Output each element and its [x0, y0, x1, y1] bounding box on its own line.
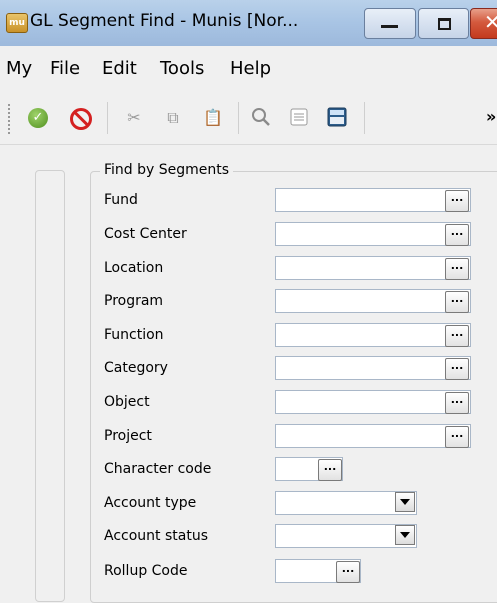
list-icon [290, 108, 308, 126]
more-icon[interactable]: » [486, 107, 496, 126]
project-input[interactable] [275, 424, 471, 448]
paste-icon: 📋 [203, 108, 223, 127]
group-title: Find by Segments [100, 162, 234, 178]
search-button[interactable] [249, 106, 273, 130]
program-lookup-button[interactable]: ... [445, 291, 469, 313]
cost-center-label: Cost Center [104, 226, 187, 242]
category-label: Category [104, 360, 168, 376]
account-status-dropdown-icon[interactable] [395, 525, 415, 545]
cost-center-input[interactable] [275, 222, 471, 246]
object-label: Object [104, 394, 150, 410]
menu-file[interactable]: File [50, 58, 80, 79]
toolbar-separator [364, 102, 365, 134]
location-lookup-button[interactable]: ... [445, 258, 469, 280]
fund-input[interactable] [275, 188, 471, 212]
menu-help[interactable]: Help [230, 58, 271, 79]
category-lookup-button[interactable]: ... [445, 358, 469, 380]
calculator-icon [327, 107, 347, 127]
program-input[interactable] [275, 289, 471, 313]
paste-button[interactable]: 📋 [201, 106, 225, 130]
location-label: Location [104, 260, 164, 276]
location-input[interactable] [275, 256, 471, 280]
cut-icon: ✂ [127, 108, 141, 127]
account-status-label: Account status [104, 528, 208, 544]
maximize-icon [438, 18, 451, 30]
program-label: Program [104, 293, 164, 309]
menu-tools[interactable]: Tools [160, 58, 204, 79]
rollup-code-lookup-button[interactable]: ... [336, 561, 360, 583]
function-input[interactable] [275, 323, 471, 347]
object-lookup-button[interactable]: ... [445, 392, 469, 414]
function-lookup-button[interactable]: ... [445, 325, 469, 347]
maximize-button[interactable] [418, 8, 469, 39]
cost-center-lookup-button[interactable]: ... [445, 224, 469, 246]
copy-icon: ⧉ [167, 108, 179, 127]
title-bar[interactable]: mu GL Segment Find - Munis [Nor... ✕ [0, 0, 497, 46]
accept-icon: ✓ [28, 108, 48, 128]
copy-button[interactable]: ⧉ [161, 106, 185, 130]
function-label: Function [104, 327, 164, 343]
category-input[interactable] [275, 356, 471, 380]
object-input[interactable] [275, 390, 471, 414]
cancel-icon [70, 108, 92, 130]
rollup-code-label: Rollup Code [104, 563, 188, 579]
toolbar: ✓ ✂ ⧉ 📋 » [0, 92, 497, 145]
list-button[interactable] [288, 106, 312, 130]
toolbar-separator [107, 102, 108, 134]
minimize-icon [381, 25, 398, 28]
minimize-button[interactable] [364, 8, 416, 39]
window-title: GL Segment Find - Munis [Nor... [30, 11, 299, 31]
fund-label: Fund [104, 192, 138, 208]
cancel-button[interactable] [68, 106, 92, 130]
menu-edit[interactable]: Edit [102, 58, 137, 79]
search-icon [252, 108, 270, 126]
close-button[interactable]: ✕ [470, 8, 497, 39]
cut-button[interactable]: ✂ [122, 106, 146, 130]
project-lookup-button[interactable]: ... [445, 426, 469, 448]
account-type-label: Account type [104, 495, 197, 511]
menu-bar: My File Edit Tools Help [0, 58, 497, 88]
character-code-label: Character code [104, 461, 212, 477]
account-type-dropdown-icon[interactable] [395, 492, 415, 512]
project-label: Project [104, 428, 152, 444]
close-icon: ✕ [484, 10, 497, 34]
navigation-panel[interactable] [35, 170, 65, 602]
character-code-lookup-button[interactable]: ... [318, 459, 342, 481]
toolbar-grip[interactable] [8, 104, 10, 134]
app-icon: mu [6, 13, 28, 33]
menu-my[interactable]: My [6, 58, 32, 79]
accept-button[interactable]: ✓ [26, 106, 50, 130]
fund-lookup-button[interactable]: ... [445, 190, 469, 212]
calculator-button[interactable] [326, 106, 350, 130]
toolbar-separator [238, 102, 239, 134]
